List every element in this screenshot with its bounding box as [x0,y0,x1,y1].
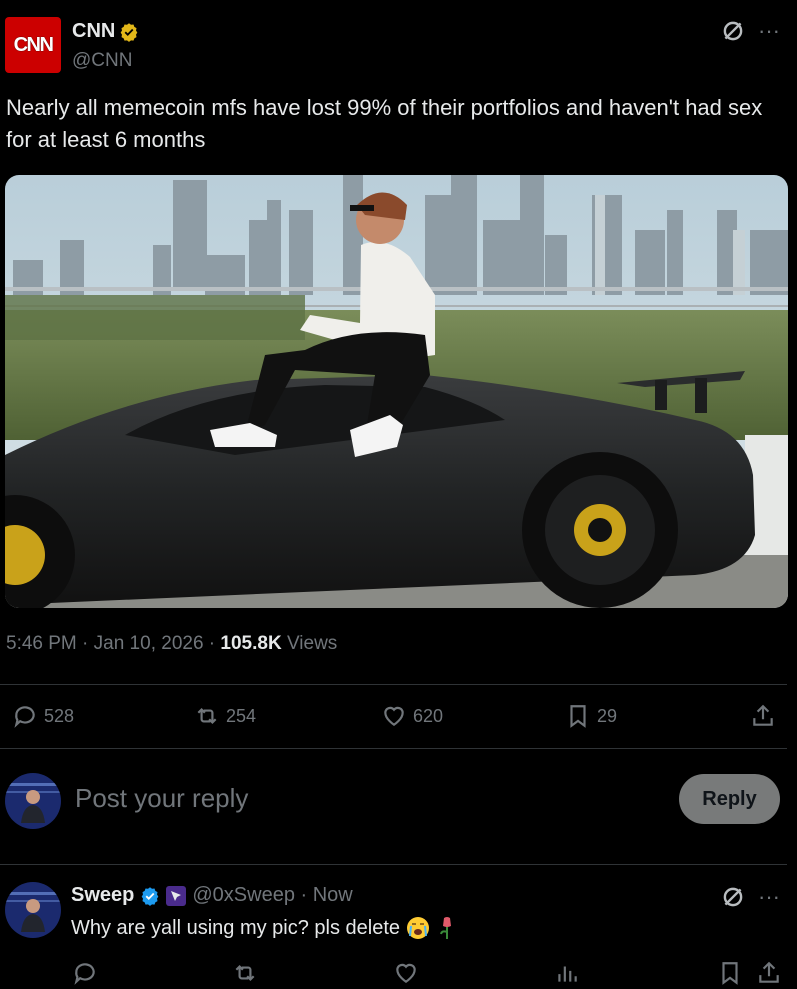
divider [0,864,787,865]
heart-icon [384,706,404,726]
comment-like-action[interactable] [393,960,419,986]
views-chart-icon [558,966,577,982]
post-text: Nearly all memecoin mfs have lost 99% of… [6,95,763,152]
crying-face-emoji-icon [407,917,430,939]
reply-button[interactable]: Reply [679,774,780,824]
comment-author-avatar[interactable] [5,882,61,938]
views-label: Views [286,633,338,654]
author-name-row[interactable]: CNN [72,20,139,43]
comment-reply-action[interactable] [72,960,98,986]
comment-repost-action[interactable] [232,960,258,986]
bookmark-icon [570,705,586,728]
bookmark-action[interactable]: 29 [565,703,617,729]
comment-author-name[interactable]: Sweep [71,884,134,907]
more-options-icon[interactable]: ··· [758,18,780,44]
reply-input[interactable] [75,783,635,814]
bookmark-icon [722,962,738,985]
share-action[interactable] [750,703,776,729]
grok-slash-icon [723,21,743,41]
views-count: 105.8K [220,633,282,654]
repost-icon [235,964,255,982]
reply-icon [14,706,35,728]
comment-share-action[interactable] [756,960,782,986]
author-name[interactable]: CNN [72,20,115,43]
like-count: 620 [413,705,444,726]
like-action[interactable]: 620 [381,703,443,729]
verified-gold-icon [121,22,138,42]
divider [0,684,787,685]
divider [0,748,787,749]
comment-more-icon[interactable]: ··· [758,884,780,910]
post-meta: 5:46 PM · Jan 10, 2026 · 105.8K Views [6,633,337,655]
verified-blue-icon [142,886,159,906]
comment-header: Sweep @0xSweep · Now [71,884,353,907]
share-icon [753,704,773,726]
reply-action[interactable]: 528 [12,703,74,729]
comment-bookmark-action[interactable] [717,960,743,986]
comment-body: Why are yall using my pic? pls delete [71,916,458,940]
grok-icon[interactable] [720,18,746,49]
bookmark-count: 29 [597,705,618,726]
reply-icon [74,963,95,985]
comment-views-action[interactable] [554,960,580,986]
reply-count: 528 [44,705,75,726]
repost-action[interactable]: 254 [194,703,256,729]
heart-icon [396,963,416,983]
post-photo[interactable] [5,175,788,608]
avatar-image [5,882,61,938]
post-timestamp[interactable]: 5:46 PM · Jan 10, 2026 · [6,633,220,654]
photo-illustration [5,175,788,608]
author-avatar[interactable]: CNN [5,17,61,73]
author-handle[interactable]: @CNN [72,50,132,72]
repost-count: 254 [226,705,257,726]
cnn-logo-text: CNN [13,33,54,56]
repost-icon [197,707,217,725]
comment-grok-icon[interactable] [720,884,746,915]
wilted-flower-emoji-icon [440,917,452,939]
comment-author-handle[interactable]: @0xSweep · Now [192,884,352,907]
share-icon [759,961,779,983]
avatar-image [5,773,61,829]
affiliate-badge-icon [166,885,187,906]
comment-text: Why are yall using my pic? pls delete [71,916,401,939]
grok-slash-icon [723,887,743,907]
user-avatar[interactable] [5,773,61,829]
